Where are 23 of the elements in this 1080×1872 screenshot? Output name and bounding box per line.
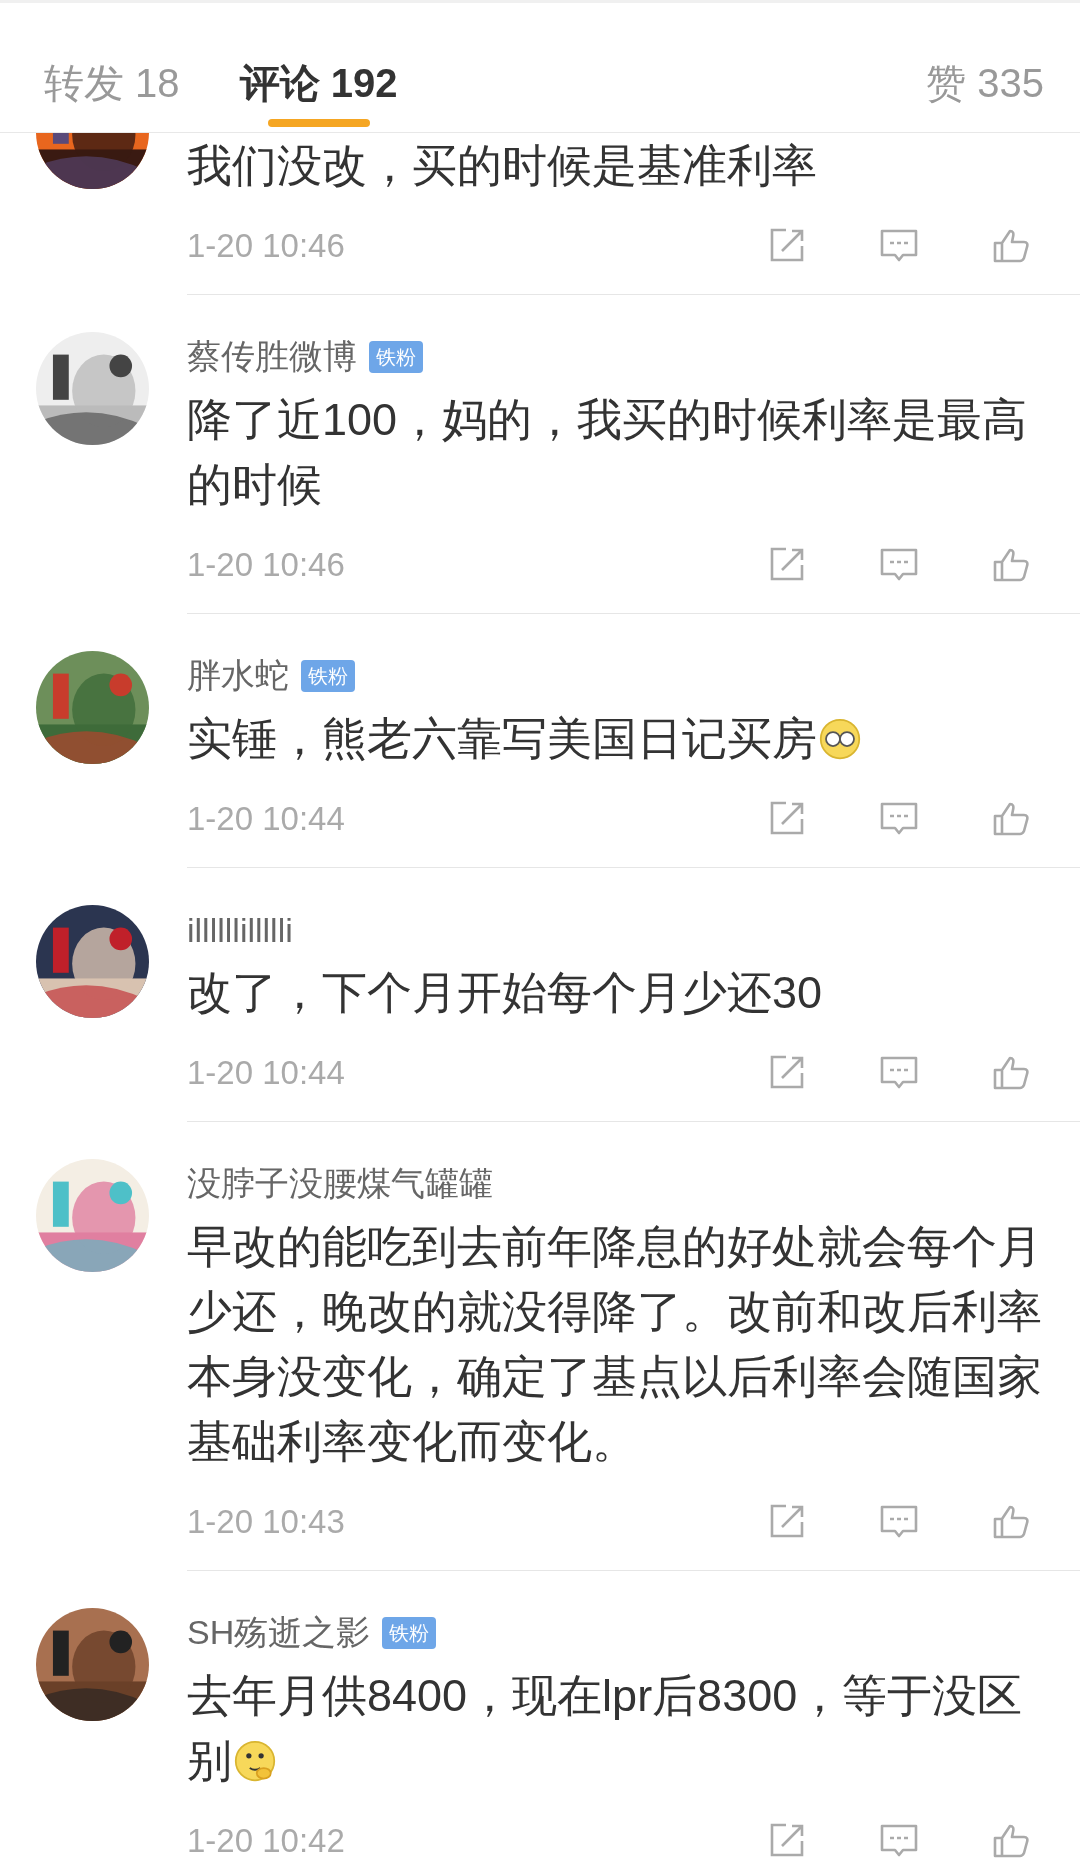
comment-text: 早改的能吃到去前年降息的好处就会每个月少还，晚改的就没得降了。改前和改后利率本身没变化，确定了基点以后利率会随国家基础利率变化而变化。 <box>187 1220 1043 1469</box>
tab[interactable]: 评论 192 <box>239 3 398 127</box>
timestamp: 1-20 10:42 <box>187 1822 345 1860</box>
fan-badge: 铁粉 <box>382 1617 437 1649</box>
timestamp: 1-20 10:44 <box>187 800 345 838</box>
timestamp: 1-20 10:46 <box>187 227 345 265</box>
comment-text: 我们没改，买的时候是基准利率 <box>187 139 818 193</box>
comment-text: 去年月供8400，现在lpr后8300，等于没区别 <box>187 1669 1024 1788</box>
fan-badge: 铁粉 <box>301 660 355 692</box>
timestamp: 1-20 10:46 <box>187 546 345 584</box>
emoji-icon <box>234 1740 276 1782</box>
comment-text: 实锤，熊老六靠写美国日记买房 <box>187 706 1053 771</box>
user-name[interactable]: 没脖子没腰煤气罐罐 <box>187 1161 493 1207</box>
user-name[interactable]: SH殇逝之影 <box>187 1610 371 1656</box>
comment-text: 改了，下个月开始每个月少还30 <box>187 966 824 1020</box>
user-name[interactable]: 蔡传胜微博 <box>187 334 357 380</box>
user-name[interactable]: illllllillllli <box>187 910 293 950</box>
user-name[interactable]: 胖水蛇 <box>187 653 289 699</box>
fan-badge: 铁粉 <box>369 341 423 373</box>
timestamp: 1-20 10:43 <box>187 1503 345 1541</box>
timestamp: 1-20 10:44 <box>187 1054 345 1092</box>
emoji-icon <box>819 718 861 760</box>
comment-text: 降了近100，妈的，我买的时候利率是最高的时候 <box>187 393 1029 512</box>
